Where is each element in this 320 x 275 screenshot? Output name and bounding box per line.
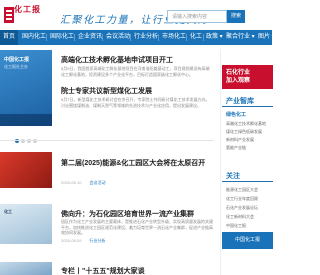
sidebar: 石化行业 加入观察 产业智库 绿色化工 高端化工技术孵化基地 煤化工绿色低碳发展… — [220, 49, 273, 275]
nav-item-enterprise[interactable]: 企业资讯 — [78, 30, 102, 45]
sidebar-list-item[interactable]: 煤化工绿色低碳发展 — [226, 129, 273, 135]
nav-separator — [130, 34, 131, 41]
carousel-dots — [15, 130, 39, 143]
nav-item-chemical[interactable]: 化工 — [190, 30, 202, 45]
sidebar-list-item[interactable]: 氢能产业链 — [226, 145, 273, 151]
sidebar-list-item[interactable]: 能源化工园区大会 — [226, 187, 273, 193]
nav-item-international[interactable]: 国际化工 — [50, 30, 74, 45]
sidebar-list-item[interactable]: 中国化工报 — [226, 223, 273, 229]
logo-icon[interactable] — [4, 7, 14, 23]
sidebar-section-title: 产业智库 — [226, 98, 254, 105]
sidebar-badge[interactable]: 中国化工报 — [222, 232, 273, 249]
sidebar-list-item[interactable]: 化工新材料大会 — [226, 214, 273, 220]
nav-item-events[interactable]: 会议活动 — [106, 30, 130, 45]
sidebar-list-item[interactable]: 石化产业发展论坛 — [226, 205, 273, 211]
nav-item-market[interactable]: 市场化工 — [162, 30, 186, 45]
nav-separator — [102, 34, 103, 41]
nav-item-analysis[interactable]: 行业分析 — [134, 30, 158, 45]
search-button[interactable]: 搜索 — [227, 10, 245, 23]
article-date: 2025-05-10 — [61, 180, 82, 185]
article-title[interactable]: 佛向升：为石化园区培育世界一流产业集群 — [61, 209, 194, 219]
article-tag[interactable]: 会议活动 — [89, 180, 105, 185]
nav-separator — [74, 34, 75, 41]
featured-news-summary: 5月7日，新型煤化工技术研讨会在京召开，专家院士共同研讨煤化工技术发展方向，讨论… — [61, 97, 210, 108]
search-input[interactable]: 请输入搜索内容 — [167, 10, 227, 23]
sidebar-list-item[interactable]: 新材料产业发展 — [226, 137, 273, 143]
article-thumbnail[interactable]: 化工 — [0, 204, 52, 244]
sidebar-list-item[interactable]: 绿色化工 — [226, 111, 273, 118]
nav-item-domestic[interactable]: 国内化工 — [22, 30, 46, 45]
sidebar-list-item[interactable]: 高端化工技术孵化基地 — [226, 121, 273, 127]
article-summary: 园区作为化工产业发展的主要载体，是推进石化产业转型升级、实现高质量发展的关键平台… — [61, 219, 213, 235]
thumbnail-caption: 化工 — [4, 209, 12, 214]
nav-item-aggregate[interactable]: 聚合行业 ▾ — [226, 30, 255, 45]
nav-separator — [186, 34, 187, 41]
sidebar-heading-line — [222, 106, 273, 107]
sidebar-section-title: 关注 — [226, 173, 240, 180]
article-title[interactable]: 第二届(2025)能源&化工园区大会将在太原召开 — [61, 158, 205, 168]
featured-news-title[interactable]: 高端化工技术孵化基地申试项目开工 — [61, 55, 173, 65]
main-nav: 首页 国内化工 国际化工 企业资讯 会议活动 行业分析 市场化工 化工 政策 ▾… — [0, 30, 275, 45]
article-thumbnail[interactable] — [0, 262, 52, 275]
article-meta: 2025-05-10 会议活动 — [61, 180, 105, 186]
section-divider — [0, 140, 214, 141]
article-date: 2025-05-09 — [61, 238, 82, 243]
sidebar-list-item[interactable]: 化工行业年度回顾 — [226, 196, 273, 202]
featured-news-summary: 5月9日，我国首家高端化工孵化基地项目在河南洛阳奠基动工，项目规划建设有高端化工… — [61, 66, 210, 77]
featured-banner-image[interactable]: 中国化工报 化工报社主办 — [0, 50, 52, 126]
promo-text: 石化行业 加入观察 — [226, 70, 251, 84]
banner-caption-bar — [0, 114, 52, 126]
featured-news-title[interactable]: 院士专家共议新型煤化工发展 — [61, 86, 152, 96]
article-tag[interactable]: 行业分析 — [89, 238, 105, 243]
sidebar-heading-line — [222, 181, 273, 182]
logo-text[interactable]: 化工报 — [14, 4, 41, 15]
banner-subtitle: 化工报社主办 — [4, 64, 28, 69]
nav-item-policy[interactable]: 政策 ▾ — [206, 30, 223, 45]
nav-item-home[interactable]: 首页 — [0, 30, 19, 45]
article-title[interactable]: 专栏丨"十五五"规划大家谈 — [61, 266, 145, 275]
article-thumbnail[interactable] — [0, 152, 52, 188]
sidebar-promo-banner[interactable]: 石化行业 加入观察 — [222, 65, 273, 89]
site-header: 化工报 汇聚化工力量，让行业更美好 请输入搜索内容 搜索 — [0, 0, 272, 30]
nav-separator — [158, 34, 159, 41]
banner-title: 中国化工报 — [4, 57, 30, 63]
nav-separator — [46, 34, 47, 41]
article-meta: 2025-05-09 行业分析 — [61, 238, 105, 244]
nav-separator — [203, 34, 204, 41]
nav-item-images[interactable]: 图片 ▾ — [258, 30, 275, 45]
